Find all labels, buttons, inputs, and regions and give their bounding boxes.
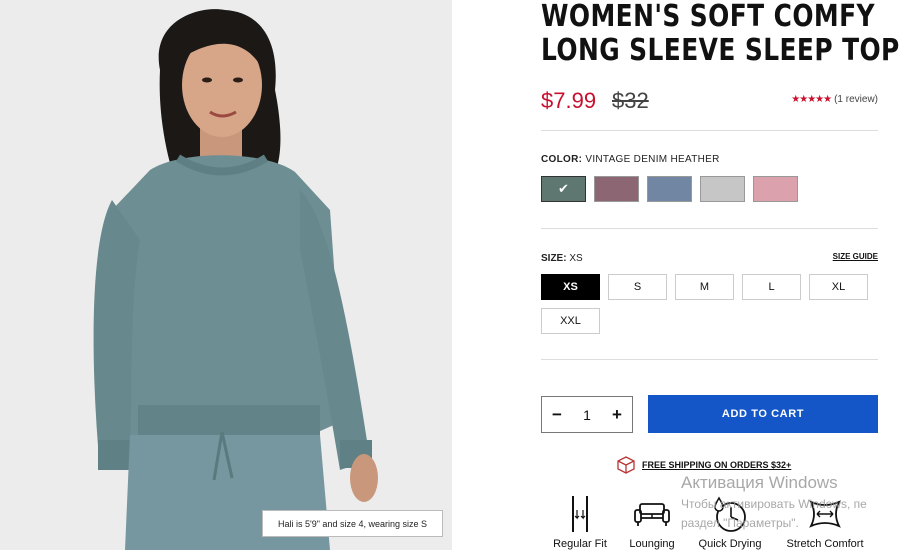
size-option-xl[interactable]: XL [809, 274, 868, 300]
product-title-line-2: LONG SLEEVE SLEEP TOP [541, 33, 900, 68]
free-shipping-link[interactable]: FREE SHIPPING ON ORDERS $32+ [642, 460, 791, 470]
divider [541, 228, 878, 229]
check-icon: ✔ [558, 181, 569, 196]
sale-price: $7.99 [541, 88, 597, 113]
package-icon [617, 456, 635, 474]
size-label-prefix: SIZE: [541, 253, 567, 264]
review-count-link[interactable]: (1 review) [834, 94, 878, 105]
quantity-stepper: − 1 + [541, 396, 633, 433]
feature-label: Lounging [629, 538, 675, 550]
product-image-panel[interactable]: Hali is 5'9" and size 4, wearing size S [0, 0, 452, 550]
quick-dry-icon [714, 496, 746, 532]
watermark-title: Активация Windows [681, 473, 838, 492]
feature-regular-fit: Regular Fit [540, 494, 620, 550]
add-to-cart-button[interactable]: ADD TO CART [648, 395, 878, 433]
regular-fit-icon [572, 496, 588, 532]
feature-quick-drying: Quick Drying [690, 494, 770, 550]
stretch-icon [809, 500, 841, 528]
rating-stars: ★★★★★ [791, 94, 832, 105]
divider [541, 359, 878, 360]
color-swatch-vintage-denim-heather[interactable]: ✔ [541, 176, 586, 202]
rating[interactable]: ★★★★★ (1 review) [791, 94, 878, 105]
size-option-m[interactable]: M [675, 274, 734, 300]
feature-label: Stretch Comfort [786, 538, 864, 550]
color-swatch-mauve[interactable] [594, 176, 639, 202]
sofa-icon [634, 503, 670, 526]
model-size-caption: Hali is 5'9" and size 4, wearing size S [262, 510, 443, 537]
quantity-value[interactable]: 1 [583, 407, 591, 423]
selected-size: XS [569, 253, 583, 264]
size-option-l[interactable]: L [742, 274, 801, 300]
size-option-xs[interactable]: XS [541, 274, 600, 300]
feature-lounging: Lounging [612, 494, 692, 550]
color-swatch-light-grey[interactable] [700, 176, 745, 202]
price-row: $7.99 $32 ★★★★★ (1 review) [541, 88, 878, 118]
feature-stretch-comfort: Stretch Comfort [785, 494, 865, 550]
color-label-prefix: COLOR: [541, 154, 583, 165]
product-photo [0, 0, 452, 550]
quantity-increase-button[interactable]: + [612, 405, 622, 425]
feature-icons: Regular Fit Lounging Quick Drying Stretc… [545, 494, 885, 550]
feature-label: Quick Drying [698, 538, 762, 550]
product-title-line-1: WOMEN'S SOFT COMFY [541, 0, 875, 34]
color-swatch-pink[interactable] [753, 176, 798, 202]
selected-color-name: VINTAGE DENIM HEATHER [585, 154, 720, 165]
color-swatch-blue-grey[interactable] [647, 176, 692, 202]
size-guide-link[interactable]: SIZE GUIDE [833, 252, 878, 261]
color-swatches: ✔ [541, 176, 798, 202]
divider [541, 130, 878, 131]
quantity-decrease-button[interactable]: − [552, 405, 562, 425]
product-title: WOMEN'S SOFT COMFY LONG SLEEVE SLEEP TOP [541, 0, 899, 68]
feature-label: Regular Fit [553, 538, 607, 550]
free-shipping-banner[interactable]: FREE SHIPPING ON ORDERS $32+ [616, 456, 791, 474]
size-option-s[interactable]: S [608, 274, 667, 300]
color-label: COLOR: VINTAGE DENIM HEATHER [541, 154, 720, 165]
size-options: XS S M L XL XXL [541, 274, 881, 334]
original-price: $32 [612, 88, 649, 113]
size-label: SIZE: XS [541, 253, 583, 264]
size-option-xxl[interactable]: XXL [541, 308, 600, 334]
